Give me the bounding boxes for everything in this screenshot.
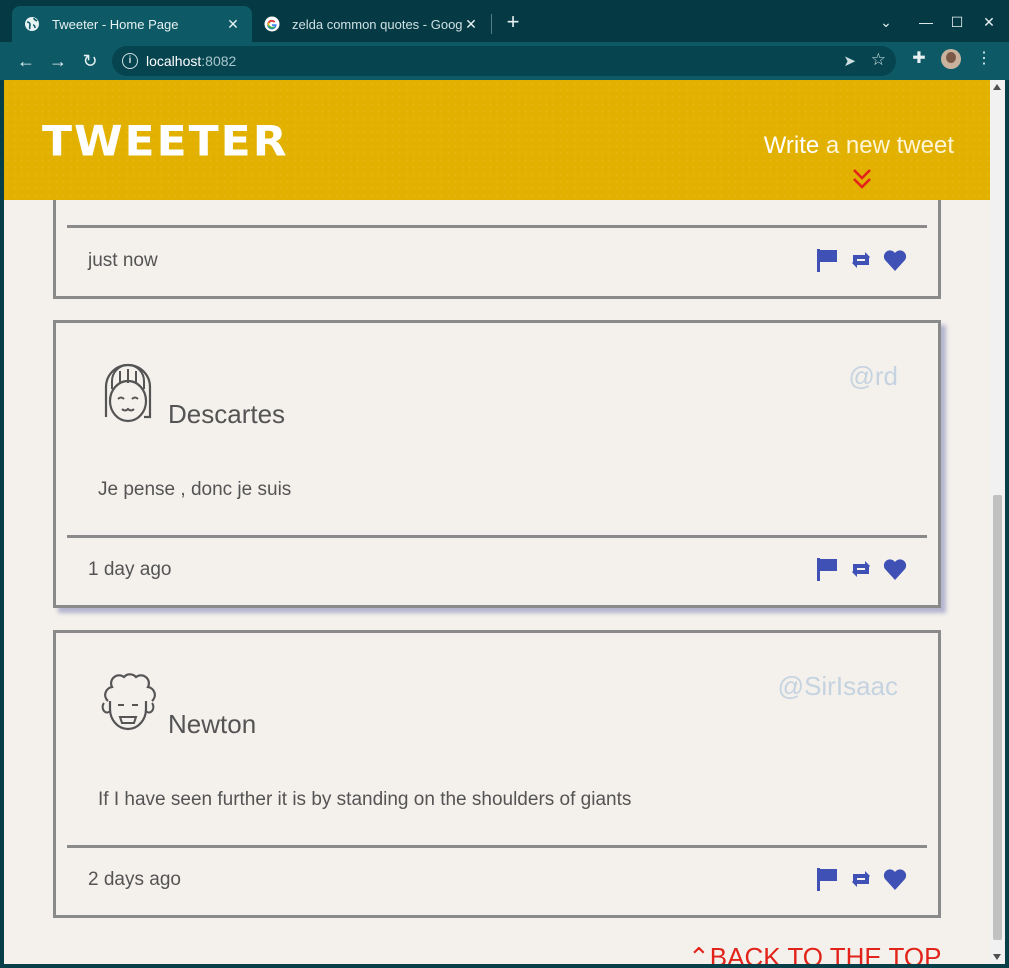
- close-window-icon[interactable]: ✕: [977, 10, 1001, 34]
- tweet-divider: [67, 225, 927, 228]
- flag-icon[interactable]: [814, 247, 840, 273]
- tab-google-search[interactable]: zelda common quotes - Google ✕: [254, 6, 490, 42]
- tweet-card: Descartes @rd Je pense , donc je suis 1 …: [53, 320, 941, 608]
- browser-toolbar: ← → ↻ i localhost:8082 ➤ ☆: [0, 42, 1009, 80]
- minimize-icon[interactable]: —: [914, 10, 938, 34]
- profile-avatar[interactable]: [941, 49, 961, 69]
- scrollbar-thumb[interactable]: [993, 495, 1002, 940]
- scroll-up-arrow-icon[interactable]: [993, 84, 1001, 90]
- close-tab-icon[interactable]: ✕: [462, 15, 480, 33]
- author-name: Descartes: [168, 399, 286, 429]
- tweet-text: Je pense , donc je suis: [98, 479, 292, 500]
- author-handle: @rd: [848, 361, 898, 391]
- tab-title: zelda common quotes - Google: [292, 16, 462, 32]
- avatar-girl-icon: [104, 363, 152, 423]
- retweet-icon[interactable]: [848, 866, 874, 892]
- extensions-puzzle-icon[interactable]: ✚: [908, 48, 930, 70]
- back-to-top-label: BACK TO THE TOP: [709, 942, 942, 964]
- tweet-divider: [67, 535, 927, 538]
- tab-separator: [491, 14, 492, 34]
- maximize-icon[interactable]: ☐: [945, 10, 969, 34]
- tweet-text: If I have seen further it is by standing…: [98, 789, 632, 810]
- address-bar[interactable]: i localhost:8082 ➤ ☆: [112, 46, 896, 76]
- flag-icon[interactable]: [814, 866, 840, 892]
- author-name: Newton: [168, 709, 257, 739]
- globe-icon: [25, 17, 39, 31]
- tab-strip: Tweeter - Home Page ✕ zelda common quote…: [0, 0, 1009, 42]
- tab-title: Tweeter - Home Page: [52, 16, 179, 32]
- compose-rest-label: a new tweet: [819, 132, 954, 159]
- back-to-top-link[interactable]: ⌃BACK TO THE TOP: [688, 942, 941, 964]
- heart-icon[interactable]: [882, 556, 908, 582]
- url-port: :8082: [201, 53, 237, 69]
- compose-bold-label: Write: [763, 132, 820, 159]
- bookmark-star-icon[interactable]: ☆: [871, 50, 886, 70]
- double-chevron-down-icon[interactable]: [852, 168, 872, 190]
- info-icon[interactable]: i: [122, 53, 138, 69]
- back-arrow-icon[interactable]: ←: [13, 48, 39, 74]
- page-viewport: just now Descartes @rd Je pense , donc j…: [4, 80, 1005, 964]
- reload-icon[interactable]: ↻: [77, 48, 103, 74]
- tweet-actions: [814, 866, 908, 892]
- url-host: localhost: [146, 53, 202, 69]
- tweet-divider: [67, 845, 927, 848]
- close-tab-icon[interactable]: ✕: [224, 15, 242, 33]
- write-tweet-link[interactable]: Write a new tweet: [764, 132, 954, 160]
- flag-icon[interactable]: [814, 556, 840, 582]
- google-icon: [264, 16, 280, 32]
- tweet-time: just now: [88, 250, 158, 271]
- new-tab-plus-icon[interactable]: +: [503, 11, 523, 33]
- tweet-actions: [814, 556, 908, 582]
- brand-logo-text: TWEETER: [42, 117, 289, 166]
- site-header: TWEETER Write a new tweet: [4, 80, 990, 200]
- heart-icon[interactable]: [882, 247, 908, 273]
- tweet-actions: [814, 247, 908, 273]
- url-text[interactable]: localhost:8082: [146, 53, 236, 69]
- tweet-time: 1 day ago: [88, 559, 172, 580]
- author-handle: @SirIsaac: [777, 671, 898, 701]
- scroll-down-arrow-icon[interactable]: [993, 954, 1001, 960]
- retweet-icon[interactable]: [848, 247, 874, 273]
- browser-window: Tweeter - Home Page ✕ zelda common quote…: [0, 0, 1009, 968]
- page-scrollbar[interactable]: [990, 80, 1005, 964]
- retweet-icon[interactable]: [848, 556, 874, 582]
- send-tab-icon[interactable]: ➤: [843, 52, 856, 70]
- tweet-time: 2 days ago: [88, 869, 181, 890]
- double-chevron-up-icon: ⌃: [688, 942, 710, 964]
- tab-search-chevron-icon[interactable]: ⌄: [874, 10, 898, 34]
- heart-icon[interactable]: [882, 866, 908, 892]
- browser-menu-icon[interactable]: ⋮: [976, 48, 992, 70]
- tab-tweeter-home[interactable]: Tweeter - Home Page ✕: [12, 6, 252, 42]
- tweet-card: Newton @SirIsaac If I have seen further …: [53, 630, 941, 918]
- avatar-curly-hair-icon: [101, 673, 156, 731]
- forward-arrow-icon[interactable]: →: [45, 48, 71, 74]
